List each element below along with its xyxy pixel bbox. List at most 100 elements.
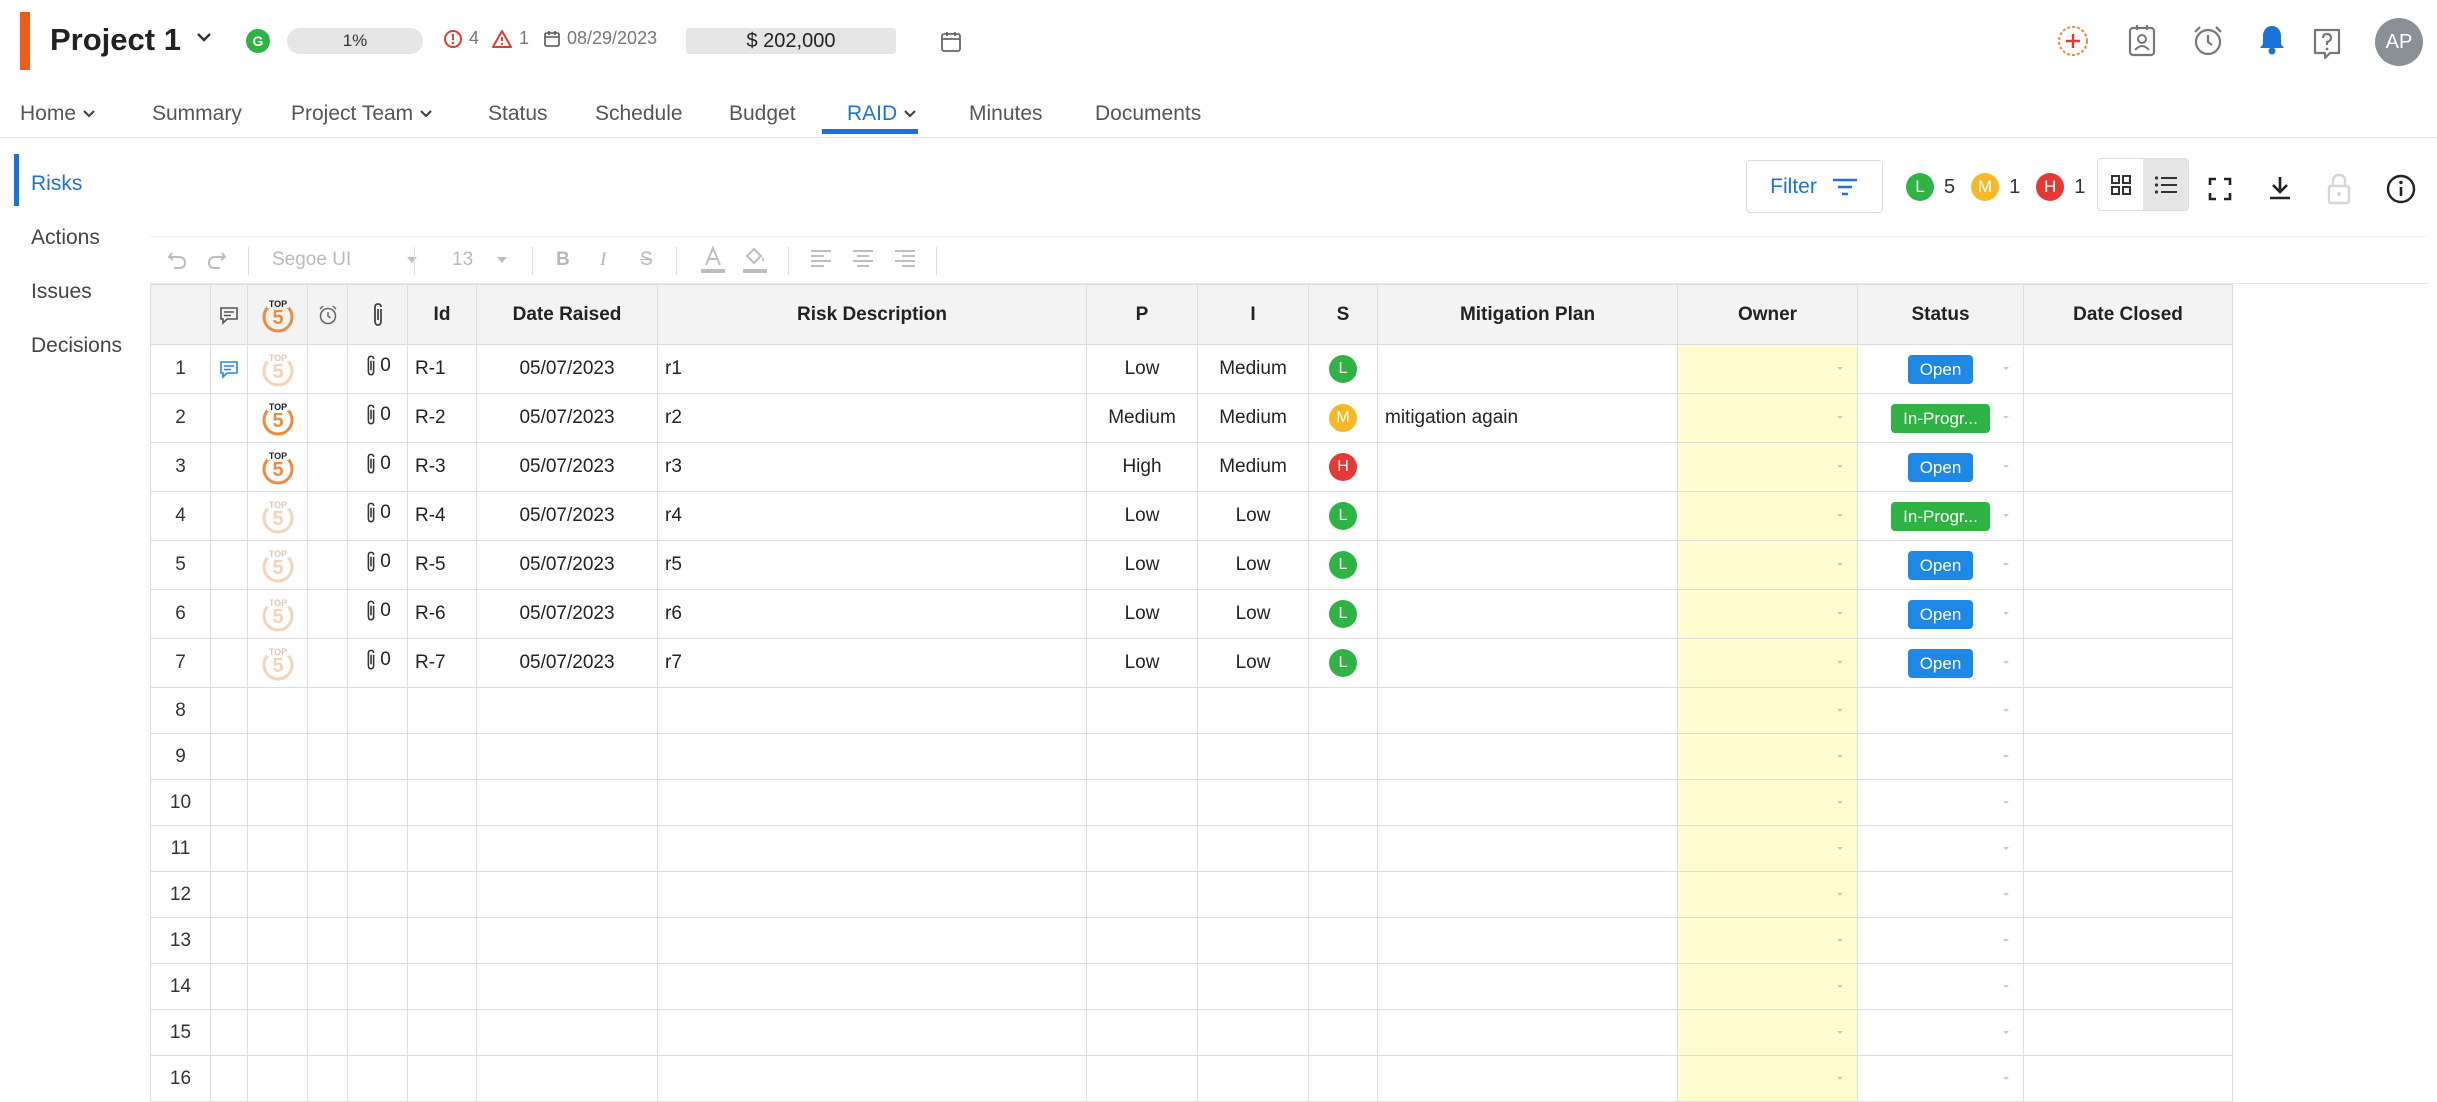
empty-cell[interactable] bbox=[210, 825, 248, 872]
user-avatar[interactable]: AP bbox=[2375, 18, 2423, 66]
top5-cell[interactable]: 5 TOP bbox=[247, 540, 308, 590]
empty-cell[interactable] bbox=[1377, 963, 1678, 1010]
empty-cell[interactable] bbox=[210, 1009, 248, 1056]
notification-bell-icon[interactable] bbox=[2257, 22, 2287, 56]
mitigation-plan-cell[interactable] bbox=[1377, 638, 1678, 688]
empty-cell[interactable] bbox=[657, 687, 1087, 734]
impact-cell[interactable]: Low bbox=[1197, 540, 1309, 590]
status-cell[interactable] bbox=[1857, 1055, 2024, 1102]
top5-cell[interactable]: 5 TOP bbox=[247, 442, 308, 492]
date-raised-cell[interactable]: 05/07/2023 bbox=[476, 540, 658, 590]
date-closed-cell[interactable] bbox=[2023, 540, 2233, 590]
risk-description-cell[interactable]: r4 bbox=[657, 491, 1087, 541]
impact-cell[interactable]: Low bbox=[1197, 638, 1309, 688]
align-center-icon[interactable] bbox=[852, 249, 874, 269]
status-dropdown-caret-icon[interactable] bbox=[2003, 800, 2009, 804]
comments-header[interactable] bbox=[210, 284, 248, 345]
redo-icon[interactable] bbox=[206, 249, 228, 271]
status-cell[interactable]: In-Progr... bbox=[1857, 491, 2024, 541]
owner-dropdown-caret-icon[interactable] bbox=[1837, 465, 1843, 468]
risk-description-cell[interactable]: r2 bbox=[657, 393, 1087, 443]
empty-cell[interactable] bbox=[1308, 917, 1378, 964]
empty-cell[interactable] bbox=[407, 825, 477, 872]
empty-cell[interactable] bbox=[210, 733, 248, 780]
empty-cell[interactable] bbox=[407, 963, 477, 1010]
owner-dropdown-caret-icon[interactable] bbox=[1837, 563, 1843, 566]
status-dropdown-caret-icon[interactable] bbox=[2003, 514, 2009, 517]
empty-cell[interactable] bbox=[247, 825, 308, 872]
empty-cell[interactable] bbox=[347, 917, 408, 964]
empty-cell[interactable] bbox=[1197, 687, 1309, 734]
tab-project-team[interactable]: Project Team bbox=[291, 102, 433, 126]
empty-cell[interactable] bbox=[407, 871, 477, 918]
tab-summary[interactable]: Summary bbox=[152, 102, 242, 126]
fill-color-icon[interactable] bbox=[742, 245, 768, 275]
status-dropdown-caret-icon[interactable] bbox=[2003, 984, 2009, 988]
comment-cell[interactable] bbox=[210, 393, 248, 443]
attachments-cell[interactable]: 0 bbox=[347, 442, 408, 492]
download-icon[interactable] bbox=[2266, 174, 2294, 204]
status-cell[interactable]: Open bbox=[1857, 344, 2024, 394]
column-header-owner[interactable]: Owner bbox=[1677, 284, 1858, 345]
empty-cell[interactable] bbox=[347, 687, 408, 734]
status-cell[interactable]: Open bbox=[1857, 540, 2024, 590]
empty-cell[interactable] bbox=[1377, 1009, 1678, 1056]
status-badge[interactable]: Open bbox=[1907, 599, 1974, 629]
table-row[interactable]: 7 5 TOP 0 R-7 05/07/2023 r7 Low Low L Open bbox=[150, 638, 2233, 688]
empty-cell[interactable] bbox=[657, 779, 1087, 826]
column-header-id[interactable]: Id bbox=[407, 284, 477, 345]
empty-cell[interactable] bbox=[657, 963, 1087, 1010]
grid-view-icon[interactable] bbox=[2098, 159, 2143, 210]
status-dropdown-caret-icon[interactable] bbox=[2003, 938, 2009, 942]
reminder-cell[interactable] bbox=[307, 589, 348, 639]
owner-dropdown-caret-icon[interactable] bbox=[1837, 846, 1843, 850]
status-cell[interactable] bbox=[1857, 917, 2024, 964]
status-cell[interactable] bbox=[1857, 687, 2024, 734]
probability-cell[interactable]: Low bbox=[1086, 638, 1198, 688]
empty-cell[interactable] bbox=[1086, 687, 1198, 734]
empty-cell[interactable] bbox=[307, 963, 348, 1010]
mitigation-plan-cell[interactable] bbox=[1377, 442, 1678, 492]
top5-icon[interactable]: 5 TOP bbox=[260, 548, 296, 583]
status-badge[interactable]: Open bbox=[1907, 550, 1974, 580]
impact-cell[interactable]: Medium bbox=[1197, 442, 1309, 492]
empty-table-row[interactable]: 12 bbox=[150, 871, 2233, 918]
empty-cell[interactable] bbox=[1197, 963, 1309, 1010]
attachments-cell[interactable]: 0 bbox=[347, 638, 408, 688]
sidebar-item-actions[interactable]: Actions bbox=[31, 226, 100, 250]
table-row[interactable]: 6 5 TOP 0 R-6 05/07/2023 r6 Low Low L Open bbox=[150, 589, 2233, 639]
risk-id[interactable]: R-1 bbox=[407, 344, 477, 394]
empty-cell[interactable] bbox=[1197, 779, 1309, 826]
owner-cell[interactable] bbox=[1677, 917, 1858, 964]
status-cell[interactable] bbox=[1857, 963, 2024, 1010]
mitigation-plan-cell[interactable]: mitigation again bbox=[1377, 393, 1678, 443]
list-view-icon[interactable] bbox=[2143, 159, 2188, 210]
empty-cell[interactable] bbox=[657, 733, 1087, 780]
empty-cell[interactable] bbox=[247, 687, 308, 734]
empty-cell[interactable] bbox=[347, 825, 408, 872]
top5-cell[interactable]: 5 TOP bbox=[247, 491, 308, 541]
owner-dropdown-caret-icon[interactable] bbox=[1837, 938, 1843, 942]
empty-cell[interactable] bbox=[1086, 871, 1198, 918]
status-dropdown-caret-icon[interactable] bbox=[2003, 708, 2009, 712]
filter-button[interactable]: Filter bbox=[1746, 160, 1883, 213]
status-cell[interactable] bbox=[1857, 825, 2024, 872]
owner-dropdown-caret-icon[interactable] bbox=[1837, 661, 1843, 664]
empty-cell[interactable] bbox=[1086, 779, 1198, 826]
empty-cell[interactable] bbox=[1197, 1055, 1309, 1102]
column-header-risk-description[interactable]: Risk Description bbox=[657, 284, 1087, 345]
impact-cell[interactable]: Low bbox=[1197, 589, 1309, 639]
owner-cell[interactable] bbox=[1677, 1055, 1858, 1102]
attachments-cell[interactable]: 0 bbox=[347, 540, 408, 590]
risk-description-cell[interactable]: r5 bbox=[657, 540, 1087, 590]
top5-header[interactable]: 5 TOP bbox=[247, 284, 308, 345]
status-cell[interactable]: Open bbox=[1857, 638, 2024, 688]
empty-cell[interactable] bbox=[2023, 871, 2233, 918]
risk-id[interactable]: R-7 bbox=[407, 638, 477, 688]
empty-cell[interactable] bbox=[2023, 1009, 2233, 1056]
mitigation-plan-cell[interactable] bbox=[1377, 491, 1678, 541]
owner-cell[interactable] bbox=[1677, 825, 1858, 872]
risk-id[interactable]: R-5 bbox=[407, 540, 477, 590]
status-badge[interactable]: Open bbox=[1907, 648, 1974, 678]
empty-cell[interactable] bbox=[657, 1009, 1087, 1056]
